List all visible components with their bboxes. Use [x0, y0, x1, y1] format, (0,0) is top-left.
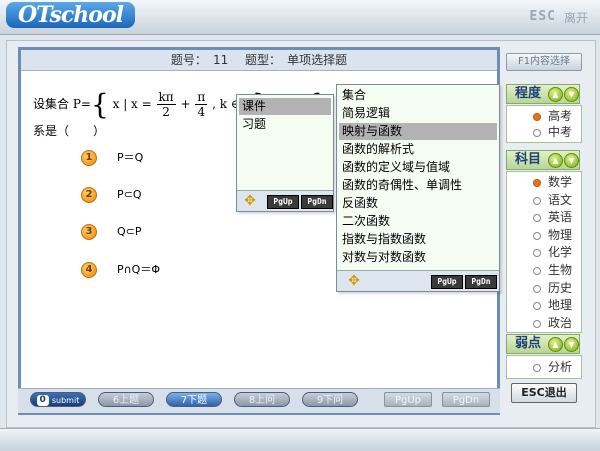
topic-menu-item[interactable]: 反函数: [339, 195, 497, 212]
subject-item[interactable]: 政治: [548, 316, 572, 330]
prev-ask-button[interactable]: 8上问: [234, 392, 290, 407]
radio-level-gaokao[interactable]: [533, 113, 541, 121]
submit-label: submit: [51, 396, 80, 405]
topic-menu-item[interactable]: 函数的定义域与值域: [339, 159, 497, 176]
level-gaokao[interactable]: 高考: [548, 109, 572, 123]
weak-title: 弱点: [515, 336, 542, 351]
level-title: 程度: [515, 86, 542, 101]
subject-item[interactable]: 数学: [548, 175, 572, 189]
bottom-status-bar: [0, 428, 600, 451]
option-text: Q⊂P: [117, 225, 142, 238]
esc-exit-button[interactable]: ESC退出: [511, 383, 577, 403]
next-question-button[interactable]: 7下题: [166, 392, 222, 407]
next-ask-button[interactable]: 9下问: [302, 392, 358, 407]
direction-cross-icon[interactable]: ✥: [239, 193, 261, 209]
arrow-up-icon[interactable]: ▲: [548, 337, 563, 352]
option-number-badge: 2: [81, 187, 97, 203]
arrow-down-icon[interactable]: ▼: [564, 87, 579, 102]
menu-page-up-button[interactable]: PgUp: [267, 195, 299, 209]
prev-question-button[interactable]: 6上题: [98, 392, 154, 407]
subject-title: 科目: [515, 152, 542, 167]
subject-item[interactable]: 地理: [548, 298, 572, 312]
subject-item[interactable]: 语文: [548, 193, 572, 207]
level-zhongkao[interactable]: 中考: [548, 125, 572, 139]
topic-menu-item[interactable]: 指数与指数函数: [339, 231, 497, 248]
question-type-label: 题型：: [245, 53, 282, 67]
question-header: 题号： 11 题型： 单项选择题: [21, 50, 497, 71]
left-brace: {: [90, 88, 109, 121]
radio-weak-analysis[interactable]: [533, 364, 541, 372]
fraction-k-pi-over-2: kπ 2: [156, 90, 176, 119]
radio-subject[interactable]: [533, 231, 541, 240]
content-select-button[interactable]: F1内容选择: [506, 53, 582, 71]
radio-subject[interactable]: [533, 284, 541, 293]
topic-menu-item[interactable]: 函数的解析式: [339, 141, 497, 158]
topic-menu-item[interactable]: 二次函数: [339, 213, 497, 230]
weak-section-header: 弱点 ▲ ▼: [506, 334, 580, 354]
option-number-badge: 4: [81, 262, 97, 278]
topic-menu-item[interactable]: 映射与函数: [339, 123, 497, 140]
menu-page-down-button[interactable]: PgDn: [301, 195, 333, 209]
arrow-up-icon[interactable]: ▲: [548, 87, 563, 102]
arrow-down-icon[interactable]: ▼: [564, 153, 579, 168]
logo: OTschool: [6, 2, 135, 28]
option-number-badge: 1: [81, 150, 97, 166]
radio-level-zhongkao[interactable]: [533, 129, 541, 137]
option-number-badge: 3: [81, 224, 97, 240]
arrow-up-icon[interactable]: ▲: [548, 153, 563, 168]
leave-button[interactable]: 离开: [564, 9, 588, 26]
submit-key: 0: [36, 394, 49, 406]
topic-menu: 集合 简易逻辑 映射与函数 函数的解析式 函数的定义域与值域 函数的奇偶性、单调性 反函数二…: [336, 84, 500, 292]
course-type-menu: 课件 习题 ✥ PgUp PgDn: [236, 94, 334, 212]
menu-item-kejian[interactable]: 课件: [239, 98, 331, 115]
question-number: 11: [212, 53, 229, 67]
topic-menu-item[interactable]: 简易逻辑: [339, 105, 497, 122]
topic-menu-item[interactable]: 集合: [339, 87, 497, 104]
menu-item-xiti[interactable]: 习题: [239, 116, 331, 133]
submit-button[interactable]: 0 submit: [30, 392, 86, 407]
menu-footer: ✥ PgUp PgDn: [237, 190, 333, 211]
set-p-prefix: x | x =: [112, 97, 152, 111]
option-text: P＝Q: [117, 151, 144, 164]
topic-menu-item[interactable]: 函数的奇偶性、单调性: [339, 177, 497, 194]
fraction-pi-over-4: π4: [195, 90, 208, 119]
topic-page-up-button[interactable]: PgUp: [431, 275, 463, 289]
radio-subject[interactable]: [533, 319, 541, 328]
question-relation-text: 系是（ ）: [33, 124, 106, 138]
subject-item[interactable]: 化学: [548, 245, 572, 259]
plus-sign: +: [180, 97, 191, 111]
subject-item[interactable]: 生物: [548, 263, 572, 277]
direction-cross-icon[interactable]: ✥: [343, 273, 365, 289]
question-type: 单项选择题: [287, 53, 348, 67]
subject-item[interactable]: 英语: [548, 210, 572, 224]
option-text: P∩Q＝Φ: [117, 263, 161, 276]
topic-menu-footer: ✥ PgUp PgDn: [337, 270, 499, 291]
question-number-label: 题号：: [170, 53, 207, 67]
level-section-header: 程度 ▲ ▼: [506, 84, 580, 104]
radio-subject[interactable]: [533, 179, 541, 187]
radio-subject[interactable]: [533, 267, 541, 275]
subject-item[interactable]: 历史: [548, 281, 572, 295]
weak-analysis[interactable]: 分析: [548, 360, 572, 374]
topic-page-down-button[interactable]: PgDn: [465, 275, 497, 289]
page-down-button[interactable]: PgDn: [442, 392, 490, 407]
topic-menu-item[interactable]: 对数与对数函数: [339, 249, 497, 266]
arrow-down-icon[interactable]: ▼: [564, 337, 579, 352]
esc-key-label: ESC: [529, 9, 556, 24]
subject-item[interactable]: 物理: [548, 228, 572, 242]
option-text: P⊂Q: [117, 188, 142, 201]
radio-subject[interactable]: [533, 196, 541, 205]
stem-prefix: 设集合 P=: [33, 97, 91, 111]
subject-section-header: 科目 ▲ ▼: [506, 150, 580, 170]
top-bar: OTschool ESC 离开: [0, 0, 600, 35]
page-up-button[interactable]: PgUp: [384, 392, 432, 407]
